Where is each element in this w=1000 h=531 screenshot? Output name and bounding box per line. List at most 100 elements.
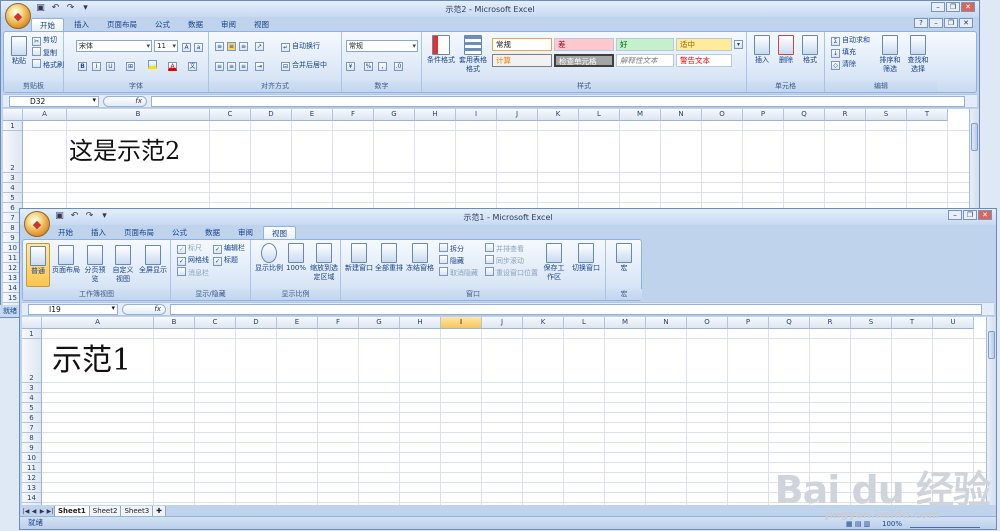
- name-box[interactable]: D32: [9, 96, 99, 107]
- column-header-l[interactable]: L: [579, 109, 620, 121]
- page-break-preview-button[interactable]: 分页预览: [82, 243, 108, 284]
- column-header-k[interactable]: K: [523, 317, 564, 329]
- office-button[interactable]: ◆: [5, 3, 31, 29]
- conditional-format-button[interactable]: 条件格式: [424, 35, 458, 65]
- macros-button[interactable]: 宏: [612, 243, 636, 273]
- row-header-7[interactable]: 7: [22, 423, 42, 433]
- column-header-f[interactable]: F: [333, 109, 374, 121]
- switch-windows-button[interactable]: 切换窗口: [569, 243, 603, 273]
- insert-cells-button[interactable]: 插入: [751, 35, 773, 65]
- back-scroll-thumb[interactable]: [971, 123, 978, 151]
- mini-restore-button[interactable]: ❐: [944, 18, 958, 28]
- column-header-d[interactable]: D: [236, 317, 277, 329]
- tab-review[interactable]: 审阅: [230, 226, 261, 239]
- format-as-table-button[interactable]: 套用表格格式: [456, 35, 490, 74]
- front-title-bar[interactable]: ▣ ↶ ↷ ▾ 示范1 - Microsoft Excel – ❐ ✕: [20, 209, 996, 225]
- tab-page-layout[interactable]: 页面布局: [116, 226, 162, 239]
- column-header-c[interactable]: C: [210, 109, 251, 121]
- tab-data[interactable]: 数据: [197, 226, 228, 239]
- wrap-text-button[interactable]: ↵ 自动换行: [281, 41, 320, 52]
- row-header-11[interactable]: 11: [22, 463, 42, 473]
- column-header-r[interactable]: R: [810, 317, 851, 329]
- merge-center-button[interactable]: ⊟ 合并后居中: [281, 60, 327, 71]
- column-header-h[interactable]: H: [400, 317, 441, 329]
- page-layout-view-button[interactable]: 页面布局: [52, 243, 80, 275]
- column-header-n[interactable]: N: [661, 109, 702, 121]
- column-header-r[interactable]: R: [825, 109, 866, 121]
- number-format-select[interactable]: 常规: [346, 40, 418, 52]
- select-all-corner[interactable]: [22, 317, 42, 329]
- align-middle-button[interactable]: ≡: [227, 40, 238, 51]
- indent-button[interactable]: ⇥: [255, 60, 266, 71]
- row-header-13[interactable]: 13: [22, 483, 42, 493]
- custom-views-button[interactable]: 自定义视图: [110, 243, 136, 284]
- column-header-o[interactable]: O: [687, 317, 728, 329]
- align-top-button[interactable]: ≡: [215, 40, 226, 51]
- restore-button[interactable]: ❐: [963, 210, 977, 220]
- message-bar-checkbox[interactable]: 消息栏: [177, 267, 209, 278]
- zoom-100-button[interactable]: 100%: [285, 243, 307, 273]
- column-header-s[interactable]: S: [866, 109, 907, 121]
- column-header-l[interactable]: L: [564, 317, 605, 329]
- column-header-t[interactable]: T: [907, 109, 948, 121]
- row-header-12[interactable]: 12: [22, 473, 42, 483]
- formula-bar-checkbox[interactable]: ✓ 编辑栏: [213, 243, 245, 254]
- column-header-c[interactable]: C: [195, 317, 236, 329]
- align-left-button[interactable]: ≡: [215, 60, 226, 71]
- cut-button[interactable]: ✂ 剪切: [32, 35, 57, 46]
- font-name-select[interactable]: 宋体: [76, 40, 152, 52]
- full-screen-button[interactable]: 全屏显示: [138, 243, 168, 275]
- border-button[interactable]: ⊞: [126, 60, 137, 71]
- autosum-button[interactable]: Σ 自动求和: [831, 35, 870, 46]
- column-header-e[interactable]: E: [277, 317, 318, 329]
- view-side-by-side-button[interactable]: 并排查看: [485, 243, 524, 254]
- tab-review[interactable]: 审阅: [213, 18, 244, 31]
- fx-button[interactable]: fx: [103, 96, 147, 107]
- currency-button[interactable]: ¥: [346, 60, 357, 71]
- styles-more-button[interactable]: ▾: [734, 38, 745, 49]
- style-bad[interactable]: 差: [554, 38, 614, 51]
- column-header-k[interactable]: K: [538, 109, 579, 121]
- row-header-1[interactable]: 1: [22, 329, 42, 339]
- delete-cells-button[interactable]: 删除: [775, 35, 797, 65]
- minimize-button[interactable]: –: [948, 210, 962, 220]
- cell-a2-text[interactable]: 示范1: [52, 335, 131, 379]
- column-header-n[interactable]: N: [646, 317, 687, 329]
- row-header-1[interactable]: 1: [3, 121, 23, 131]
- reset-position-button[interactable]: 重设窗口位置: [485, 267, 538, 278]
- phonetic-button[interactable]: 文: [188, 60, 199, 71]
- column-header-i[interactable]: I: [456, 109, 497, 121]
- ruler-checkbox[interactable]: ✓ 标尺: [177, 243, 202, 254]
- font-size-select[interactable]: 11: [154, 40, 178, 52]
- row-header-2[interactable]: 2: [22, 339, 42, 383]
- front-scroll-thumb[interactable]: [988, 331, 995, 359]
- formula-input[interactable]: [170, 304, 982, 315]
- column-header-t[interactable]: T: [892, 317, 933, 329]
- unhide-window-button[interactable]: 取消隐藏: [439, 267, 478, 278]
- tab-insert[interactable]: 插入: [66, 18, 97, 31]
- hide-window-button[interactable]: 隐藏: [439, 255, 464, 266]
- column-header-s[interactable]: S: [851, 317, 892, 329]
- column-header-i[interactable]: I: [441, 317, 482, 329]
- arrange-all-button[interactable]: 全部重排: [375, 243, 403, 273]
- column-header-a[interactable]: A: [42, 317, 154, 329]
- tab-insert[interactable]: 插入: [83, 226, 114, 239]
- column-header-j[interactable]: J: [497, 109, 538, 121]
- column-header-b[interactable]: B: [67, 109, 210, 121]
- mini-close-button[interactable]: ✕: [959, 18, 973, 28]
- freeze-panes-button[interactable]: 冻结窗格: [405, 243, 435, 273]
- style-explanatory[interactable]: 解释性文本: [616, 54, 674, 67]
- tab-home[interactable]: 开始: [50, 226, 81, 239]
- row-header-4[interactable]: 4: [22, 393, 42, 403]
- style-good[interactable]: 好: [616, 38, 674, 51]
- headings-checkbox[interactable]: ✓ 标题: [213, 255, 238, 266]
- column-header-j[interactable]: J: [482, 317, 523, 329]
- align-right-button[interactable]: ≡: [239, 60, 250, 71]
- restore-button[interactable]: ❐: [946, 2, 960, 12]
- style-normal[interactable]: 常规: [492, 38, 552, 51]
- back-title-bar[interactable]: ▣ ↶ ↷ ▾ 示范2 - Microsoft Excel – ❐ ✕: [1, 1, 979, 17]
- cell-b2-text[interactable]: 这是示范2: [69, 131, 180, 166]
- column-header-d[interactable]: D: [251, 109, 292, 121]
- save-workspace-button[interactable]: 保存工作区: [541, 243, 567, 282]
- row-header-4[interactable]: 4: [3, 183, 23, 193]
